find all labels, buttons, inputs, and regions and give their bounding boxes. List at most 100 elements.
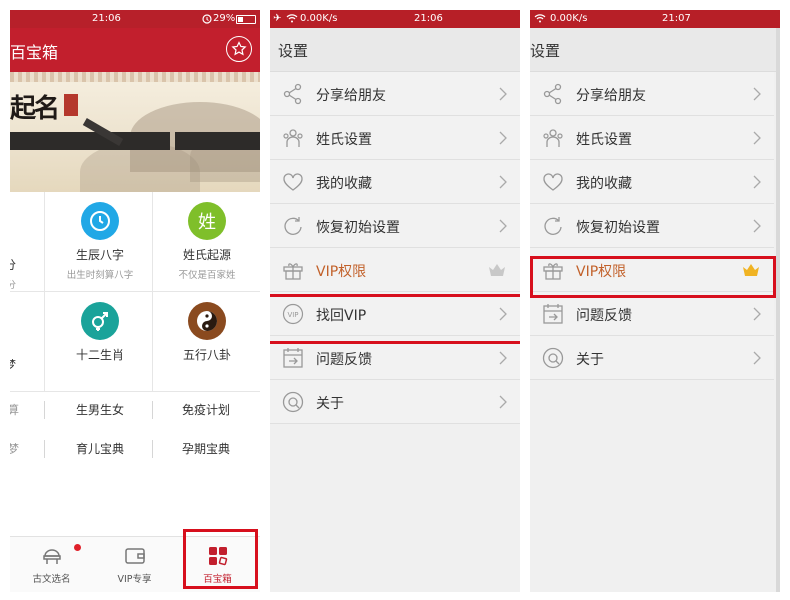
menu-item-label: 姓氏设置 [576,132,632,148]
menu-item-label: 分享给朋友 [316,88,386,104]
tab-vip-exclusive[interactable]: VIP专享 [93,537,176,592]
banner-calligraphy: 起名 [10,94,60,124]
link-row-1: 算 生男生女 免疫计划 [10,391,260,429]
page-title: 设置 [278,42,309,60]
title-bar: 百宝箱 [10,28,260,72]
crown-icon [488,262,506,276]
svg-text:VIP: VIP [287,311,298,319]
cloud-dome-icon [41,546,63,566]
menu-item[interactable]: 分享给朋友 [270,72,520,116]
gender-symbol-icon [81,302,119,340]
tab-label: VIP专享 [117,574,152,585]
vip-badge-icon: VIP [282,303,304,325]
battery-percent: 29% [213,13,236,24]
menu-item[interactable]: VIP权限 [270,248,520,292]
menu-item[interactable]: 恢复初始设置 [530,204,774,248]
feature-name: 五行八卦 [182,348,231,362]
status-time: 21:06 [92,13,121,24]
menu-item[interactable]: 姓氏设置 [270,116,520,160]
network-speed: 0.00K/s [550,13,588,24]
menu-item[interactable]: 恢复初始设置 [270,204,520,248]
heart-icon [542,171,564,193]
menu-item[interactable]: 我的收藏 [270,160,520,204]
people-icon [282,127,304,149]
settings-menu: 分享给朋友 姓氏设置 我的收藏 恢复初始设置 VIP权限 问题反馈 关于 [530,72,774,380]
tab-classic-naming[interactable]: 古文选名 [10,537,93,592]
page-title: 百宝箱 [10,43,59,62]
feature-zodiac[interactable]: 十二生肖 [48,292,152,392]
page-title: 设置 [530,42,561,60]
wifi-icon [286,13,298,26]
menu-item-label: 恢复初始设置 [316,220,400,236]
settings-screen-2: 0.00K/s 21:07 设置 分享给朋友 姓氏设置 我的收藏 恢复初始设置 VIP权… [530,10,780,592]
menu-item[interactable]: 我的收藏 [530,160,774,204]
search-icon [542,347,564,369]
title-bar: 设置 [270,28,520,72]
share-icon [282,83,304,105]
menu-item[interactable]: 关于 [270,380,520,424]
link-row-2: 梦 育儿宝典 孕期宝典 [10,430,260,468]
status-bar: 0.00K/s 21:07 [530,10,780,28]
feature-birth-bazi[interactable]: 生辰八字 出生时刻算八字 [48,192,152,292]
refresh-icon [542,215,564,237]
star-icon[interactable] [226,36,252,62]
share-icon [542,83,564,105]
chevron-right-icon [752,306,762,321]
menu-item-label: 问题反馈 [316,352,372,368]
battery-icon [236,15,256,24]
settings-screen-1: ✈ 0.00K/s 21:06 设置 分享给朋友姓氏设置我的收藏恢复初始设置 VI… [270,10,520,592]
feature-wuxing-bagua[interactable]: 五行八卦 [154,292,260,392]
wifi-icon [534,13,546,26]
banner-image[interactable]: 起名 [10,72,260,192]
banner-ribbon [10,132,170,150]
feature-name: 梦 [10,356,40,373]
status-time: 21:07 [662,13,691,24]
menu-item[interactable]: 姓氏设置 [530,116,774,160]
chevron-right-icon [498,174,508,189]
heart-icon [282,171,304,193]
menu-item-label: 恢复初始设置 [576,220,660,236]
menu-item[interactable]: 分享给朋友 [530,72,774,116]
title-bar: 设置 [530,28,780,72]
chevron-right-icon [498,130,508,145]
notification-dot [74,544,81,551]
chevron-right-icon [498,350,508,365]
bottom-tab-bar: 古文选名 VIP专享 百宝箱 [10,529,260,592]
feature-name: 十二生肖 [75,348,124,362]
feature-partial-left[interactable]: 分 分 [10,192,40,292]
feature-surname-origin[interactable]: 姓 姓氏起源 不仅是百家姓 [154,192,260,292]
link-vaccine-plan[interactable]: 免疫计划 [156,401,256,418]
yin-yang-icon [188,302,226,340]
chevron-right-icon [498,218,508,233]
menu-item-label: VIP权限 [316,264,367,280]
network-speed: 0.00K/s [300,13,338,24]
banner-ribbon-right [175,132,260,150]
feature-name: 分 [10,256,40,273]
menu-item[interactable]: 关于 [530,336,774,380]
status-bar: ✈ 0.00K/s 21:06 [270,10,520,28]
chevron-right-icon [752,350,762,365]
feature-row-1: 分 分 生辰八字 出生时刻算八字 姓 姓氏起源 不仅是百家姓 [10,192,260,292]
highlight-line-top [270,294,520,297]
menu-item-label: 我的收藏 [576,176,632,192]
link-partial[interactable]: 梦 [10,440,20,457]
menu-item[interactable]: 问题反馈 [530,292,774,336]
link-gender-prediction[interactable]: 生男生女 [50,401,150,418]
chevron-right-icon [752,130,762,145]
chevron-right-icon [498,394,508,409]
link-pregnancy-guide[interactable]: 孕期宝典 [156,440,256,457]
chevron-right-icon [498,86,508,101]
gift-icon [282,259,304,281]
menu-item[interactable]: VIP 找回VIP [270,292,520,336]
link-parenting-guide[interactable]: 育儿宝典 [50,440,150,457]
status-time: 21:06 [414,13,443,24]
search-icon [282,391,304,413]
feature-sub: 不仅是百家姓 [178,270,236,281]
chevron-right-icon [752,174,762,189]
menu-item-label: 我的收藏 [316,176,372,192]
link-partial[interactable]: 算 [10,401,20,418]
surname-icon: 姓 [188,202,226,240]
scrollbar[interactable] [776,28,780,592]
feature-partial-left[interactable]: 梦 [10,292,40,392]
seal-stamp [64,94,78,116]
